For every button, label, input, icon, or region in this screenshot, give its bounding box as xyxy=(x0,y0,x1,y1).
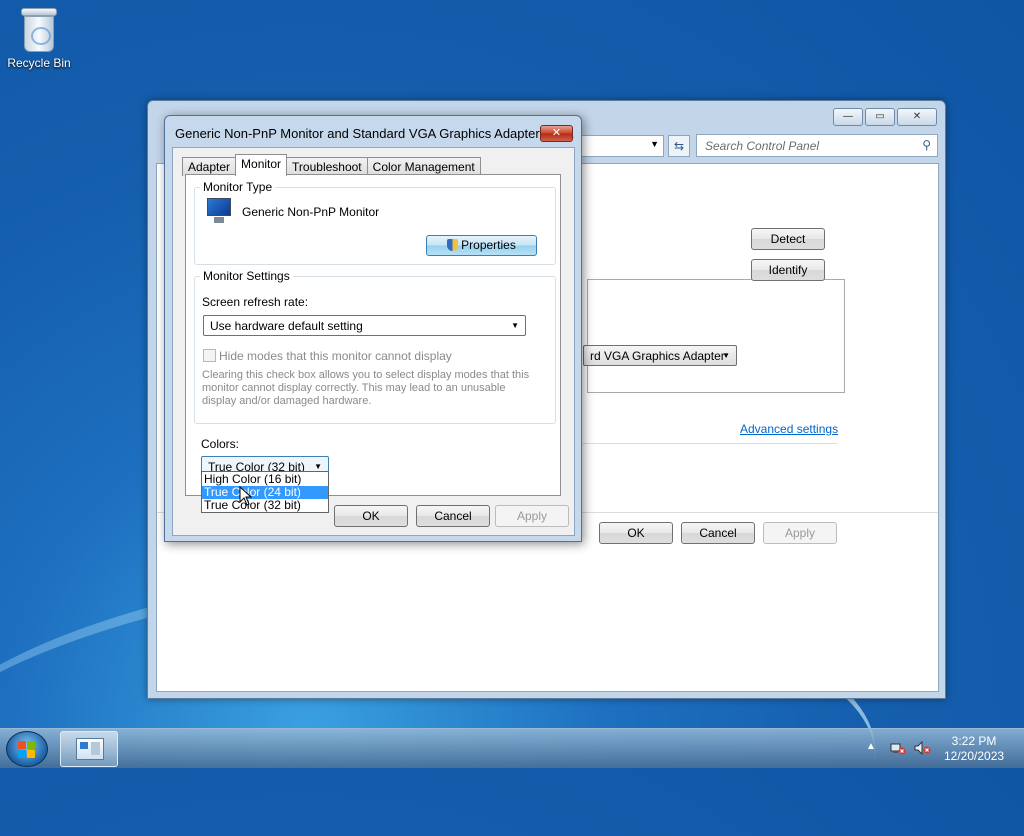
warning-text: Clearing this check box allows you to se… xyxy=(202,369,529,408)
warning-line: monitor cannot display correctly. This m… xyxy=(202,382,506,394)
cancel-button[interactable]: Cancel xyxy=(416,505,490,527)
search-icon[interactable]: ⚲ xyxy=(922,138,931,152)
apply-button[interactable]: Apply xyxy=(495,505,569,527)
warning-line: display and/or damaged hardware. xyxy=(202,395,372,407)
cp-cancel-button[interactable]: Cancel xyxy=(681,522,755,544)
start-button[interactable] xyxy=(6,731,48,767)
detect-button[interactable]: Detect xyxy=(751,228,825,250)
taskbar-control-panel-button[interactable] xyxy=(60,731,118,767)
chevron-down-icon: ▼ xyxy=(314,462,322,471)
cp-apply-button[interactable]: Apply xyxy=(763,522,837,544)
monitor-name: Generic Non-PnP Monitor xyxy=(242,205,380,219)
mouse-pointer-icon xyxy=(239,486,253,506)
system-clock[interactable]: 3:22 PM 12/20/2023 xyxy=(944,734,1004,764)
minimize-button[interactable]: — xyxy=(833,108,863,126)
address-bar[interactable]: ▼ xyxy=(578,135,664,157)
clock-time: 3:22 PM xyxy=(951,734,997,748)
monitor-type-group: Monitor Type Generic Non-PnP Monitor Pro… xyxy=(194,180,556,265)
display-adapter-select[interactable]: rd VGA Graphics Adapter ▼ xyxy=(583,345,737,366)
monitor-settings-group: Monitor Settings Screen refresh rate: Us… xyxy=(194,269,556,424)
monitor-preview-box xyxy=(587,279,845,393)
monitor-icon xyxy=(205,198,233,224)
monitor-type-title: Monitor Type xyxy=(200,180,276,194)
cp-ok-button[interactable]: OK xyxy=(599,522,673,544)
show-hidden-icons-icon[interactable]: ▲ xyxy=(866,741,876,752)
taskbar: ▲ 3:22 PM 12/20/2023 xyxy=(0,728,1024,768)
uac-shield-icon xyxy=(447,239,459,251)
divider xyxy=(583,443,837,444)
control-panel-icon xyxy=(76,738,104,760)
colors-dropdown-list: High Color (16 bit) True Color (24 bit) … xyxy=(201,471,329,513)
advanced-settings-link[interactable]: Advanced settings xyxy=(740,422,838,436)
search-input[interactable]: Search Control Panel ⚲ xyxy=(696,134,938,157)
refresh-rate-select[interactable]: Use hardware default setting ▼ xyxy=(203,315,526,336)
colors-label: Colors: xyxy=(201,437,240,451)
dialog-close-button[interactable]: ✕ xyxy=(540,125,573,142)
chevron-down-icon[interactable]: ▼ xyxy=(650,139,659,149)
display-adapter-value: rd VGA Graphics Adapter xyxy=(590,349,725,363)
desktop-icon-recycle-bin[interactable]: Recycle Bin xyxy=(4,6,74,70)
chevron-down-icon: ▼ xyxy=(511,321,519,330)
clock-date: 12/20/2023 xyxy=(944,749,1005,763)
maximize-button[interactable]: ▭ xyxy=(865,108,895,126)
identify-button[interactable]: Identify xyxy=(751,259,825,281)
refresh-rate-value: Use hardware default setting xyxy=(210,319,363,333)
properties-label: Properties xyxy=(461,238,516,252)
dialog-title: Generic Non-PnP Monitor and Standard VGA… xyxy=(175,126,575,141)
tab-strip: Adapter Monitor Troubleshoot Color Manag… xyxy=(182,154,481,176)
hide-modes-label: Hide modes that this monitor cannot disp… xyxy=(219,349,452,363)
tab-monitor[interactable]: Monitor xyxy=(235,154,288,176)
network-icon[interactable] xyxy=(890,741,906,755)
properties-button[interactable]: Properties xyxy=(426,235,537,256)
refresh-rate-label: Screen refresh rate: xyxy=(202,295,309,309)
refresh-icon[interactable]: ⇆ xyxy=(668,135,690,157)
search-placeholder: Search Control Panel xyxy=(705,139,820,153)
hide-modes-checkbox[interactable] xyxy=(203,349,216,362)
monitor-settings-title: Monitor Settings xyxy=(200,269,293,283)
volume-icon[interactable] xyxy=(914,740,931,756)
close-button[interactable]: ✕ xyxy=(897,108,937,126)
monitor-tab-panel: Monitor Type Generic Non-PnP Monitor Pro… xyxy=(185,174,561,496)
colors-option[interactable]: True Color (32 bit) xyxy=(202,499,328,512)
windows-logo-icon xyxy=(18,741,36,759)
window-controls: — ▭ ✕ xyxy=(833,108,937,126)
chevron-down-icon: ▼ xyxy=(722,351,730,360)
ok-button[interactable]: OK xyxy=(334,505,408,527)
recycle-bin-label: Recycle Bin xyxy=(7,56,71,70)
close-icon: ✕ xyxy=(551,127,562,139)
recycle-bin-icon xyxy=(21,8,57,52)
warning-line: Clearing this check box allows you to se… xyxy=(202,369,530,381)
